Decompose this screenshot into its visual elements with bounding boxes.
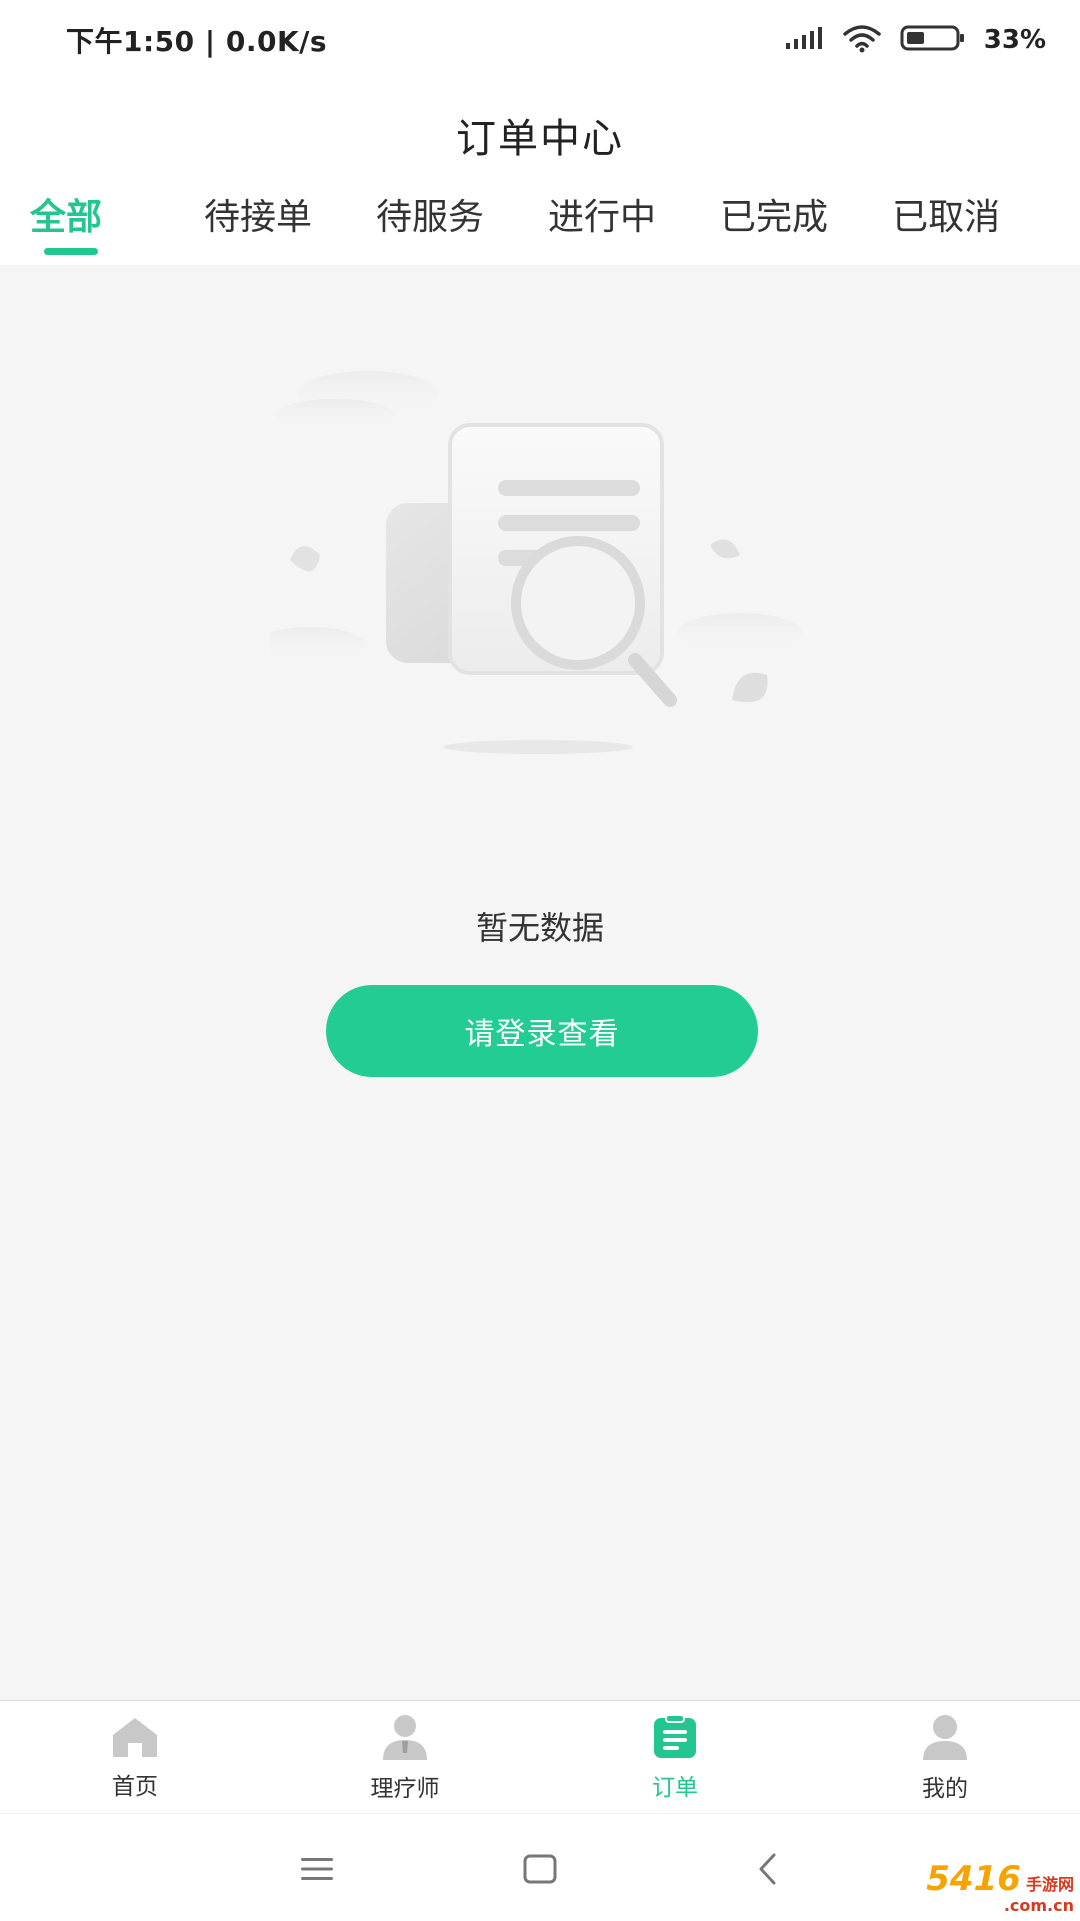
status-bar: 下午1:50 | 0.0K/s 33% [0, 0, 1080, 80]
nav-label: 我的 [922, 1775, 968, 1802]
tab-pending-service[interactable]: 待服务 [376, 190, 484, 265]
menu-icon[interactable] [292, 1844, 342, 1894]
home-icon [109, 1715, 161, 1763]
tab-in-progress[interactable]: 进行中 [548, 190, 656, 265]
tab-completed[interactable]: 已完成 [720, 190, 828, 265]
tab-label: 已取消 [892, 197, 1001, 238]
empty-document-search-icon [255, 345, 810, 775]
watermark-logo: 5416 手游网 .com.cn [914, 1845, 1074, 1915]
system-nav-bar: 5416 手游网 .com.cn [0, 1813, 1080, 1921]
order-icon [651, 1713, 699, 1764]
status-time-speed: 下午1:50 | 0.0K/s [66, 25, 328, 58]
tab-cancelled[interactable]: 已取消 [892, 190, 1000, 265]
battery-percent: 33% [983, 25, 1046, 55]
tab-all[interactable]: 全部 [30, 190, 118, 265]
nav-item-order[interactable]: 订单 [540, 1701, 810, 1814]
empty-message: 暂无数据 [475, 909, 604, 947]
tab-label: 进行中 [548, 197, 657, 238]
back-icon[interactable] [742, 1844, 792, 1894]
nav-label: 首页 [112, 1773, 158, 1800]
watermark-sub: .com.cn [1003, 1895, 1074, 1915]
header: 订单中心 [0, 80, 1080, 190]
status-icons: 33% [784, 23, 1046, 57]
main-content: 暂无数据 请登录查看 [0, 265, 1080, 1700]
profile-icon [919, 1713, 971, 1765]
nav-label: 理疗师 [370, 1775, 440, 1802]
nav-item-profile[interactable]: 我的 [810, 1701, 1080, 1814]
tab-label: 已完成 [720, 197, 829, 238]
watermark-main: 5416 [926, 1858, 1021, 1899]
watermark-side: 手游网 [1025, 1874, 1074, 1894]
tab-pending-accept[interactable]: 待接单 [204, 190, 312, 265]
battery-icon [900, 24, 966, 56]
order-status-tabs: 全部 待接单 待服务 进行中 已完成 已取消 [0, 190, 1080, 265]
nav-label: 订单 [652, 1774, 698, 1801]
bottom-nav: 首页 理疗师 订单 我的 [0, 1700, 1080, 1814]
tab-label: 待接单 [204, 197, 313, 238]
tab-label: 全部 [30, 197, 103, 238]
home-square-icon[interactable] [515, 1844, 565, 1894]
signal-icon [784, 25, 824, 55]
page-title: 订单中心 [456, 116, 624, 162]
nav-item-therapist[interactable]: 理疗师 [270, 1701, 540, 1814]
login-to-view-button[interactable]: 请登录查看 [326, 985, 758, 1077]
therapist-icon [379, 1713, 431, 1765]
tab-active-indicator [44, 248, 98, 255]
nav-item-home[interactable]: 首页 [0, 1701, 270, 1814]
tab-label: 待服务 [376, 197, 485, 238]
wifi-icon [842, 23, 882, 57]
